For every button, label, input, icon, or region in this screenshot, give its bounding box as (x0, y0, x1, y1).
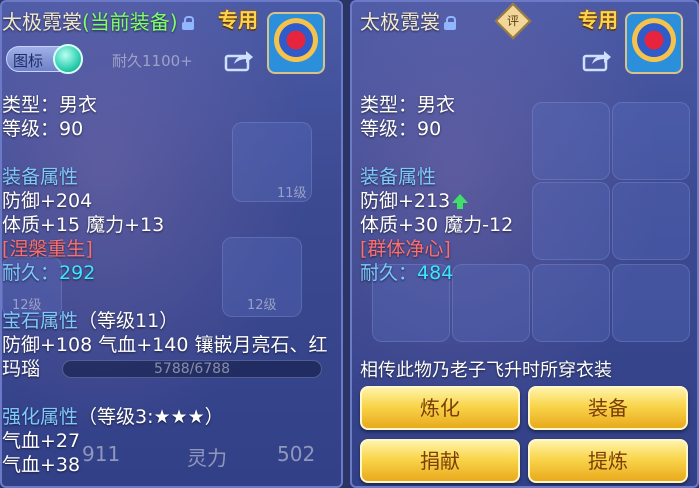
bg-number-text: 502 (277, 442, 316, 466)
bg-item-slot (612, 102, 690, 180)
gem-attr-line: 宝石属性（等级11） (2, 309, 178, 333)
left-item-panel: 耐久1100+ 11级 12级 12级 5788/6788 911 灵力 502… (0, 0, 343, 488)
exclusive-badge: 专用 (578, 8, 618, 32)
level-line: 等级：90 (360, 118, 442, 140)
type-line: 类型：男衣 (2, 94, 98, 116)
defense-line: 防御+204 (2, 190, 93, 212)
equip-attr-header: 装备属性 (2, 166, 79, 188)
share-icon[interactable] (224, 48, 254, 72)
item-name: 太极霓裳 (360, 10, 440, 34)
ping-badge-icon[interactable]: 评 (494, 2, 532, 40)
bg-item-slot (532, 182, 610, 260)
enhance-attr-header: 强化属性 (2, 406, 79, 428)
enhance-line-1: 气血+27 (2, 430, 81, 452)
gem-attr-header: 宝石属性 (2, 310, 79, 332)
durability-label: 耐久： (2, 262, 60, 284)
gem-line-1: 防御+108 气血+140 镶嵌月亮石、红 (2, 334, 328, 356)
level-line: 等级：90 (2, 118, 84, 140)
equip-button[interactable]: 装备 (528, 386, 688, 430)
stats-line: 体质+15 魔力+13 (2, 214, 165, 236)
bg-item-slot (532, 264, 610, 342)
item-title: 太极霓裳(当前装备) (2, 10, 194, 34)
defense-line: 防御+213 (360, 189, 469, 213)
bg-durability-text: 耐久1100+ (112, 52, 193, 70)
special-effect: [群体净心] (360, 238, 451, 260)
refine-button[interactable]: 炼化 (360, 386, 520, 430)
item-description: 相传此物乃老子飞升时所穿衣装 (360, 360, 612, 381)
lock-icon (444, 16, 456, 30)
durability-label: 耐久： (360, 262, 418, 284)
durability-value: 292 (59, 262, 96, 284)
donate-button[interactable]: 捐献 (360, 439, 520, 483)
lock-icon (181, 16, 194, 30)
bg-item-slot (612, 182, 690, 260)
bg-item-slot (452, 264, 530, 342)
item-status: (当前装备) (82, 10, 178, 34)
avatar-icon (267, 12, 325, 74)
avatar-icon (625, 12, 683, 74)
type-line: 类型：男衣 (360, 94, 456, 116)
toggle-label: 图标 (13, 52, 44, 70)
extract-button[interactable]: 提炼 (528, 439, 688, 483)
item-title: 太极霓裳 (360, 10, 456, 34)
bg-level-text: 12级 (247, 298, 277, 313)
item-name: 太极霓裳 (2, 10, 82, 34)
enhance-line-2: 气血+38 (2, 454, 81, 476)
exclusive-badge: 专用 (218, 8, 258, 32)
ping-label: 评 (506, 14, 519, 28)
equip-attr-header: 装备属性 (360, 166, 437, 188)
right-item-panel: 太极霓裳 评 专用 类型：男衣 等级：90 装备属性 防御+213 体质+30 … (350, 0, 699, 488)
enhance-level: （等级3:★★★） (78, 406, 224, 428)
toggle-knob[interactable] (53, 44, 83, 74)
gem-level: （等级11） (78, 310, 179, 332)
bg-level-text: 11级 (277, 186, 307, 201)
special-effect: [涅槃重生] (2, 238, 93, 260)
share-icon[interactable] (582, 48, 612, 72)
bg-label-text: 灵力 (187, 446, 227, 470)
bg-number-text: 911 (82, 442, 121, 466)
bg-hp-text: 5788/6788 (154, 361, 230, 377)
bg-hp-bar: 5788/6788 (62, 360, 322, 378)
durability-value: 484 (417, 262, 454, 284)
bg-item-slot (612, 264, 690, 342)
up-arrow-icon (452, 194, 469, 209)
durability-line: 耐久：292 (2, 261, 95, 285)
enhance-attr-line: 强化属性（等级3:★★★） (2, 405, 224, 429)
durability-line: 耐久：484 (360, 261, 453, 285)
bg-item-slot (532, 102, 610, 180)
gem-line-2: 玛瑙 (2, 358, 41, 380)
stats-line: 体质+30 魔力-12 (360, 214, 514, 236)
defense-text: 防御+213 (360, 190, 451, 212)
icon-toggle[interactable]: 图标 (6, 44, 83, 74)
